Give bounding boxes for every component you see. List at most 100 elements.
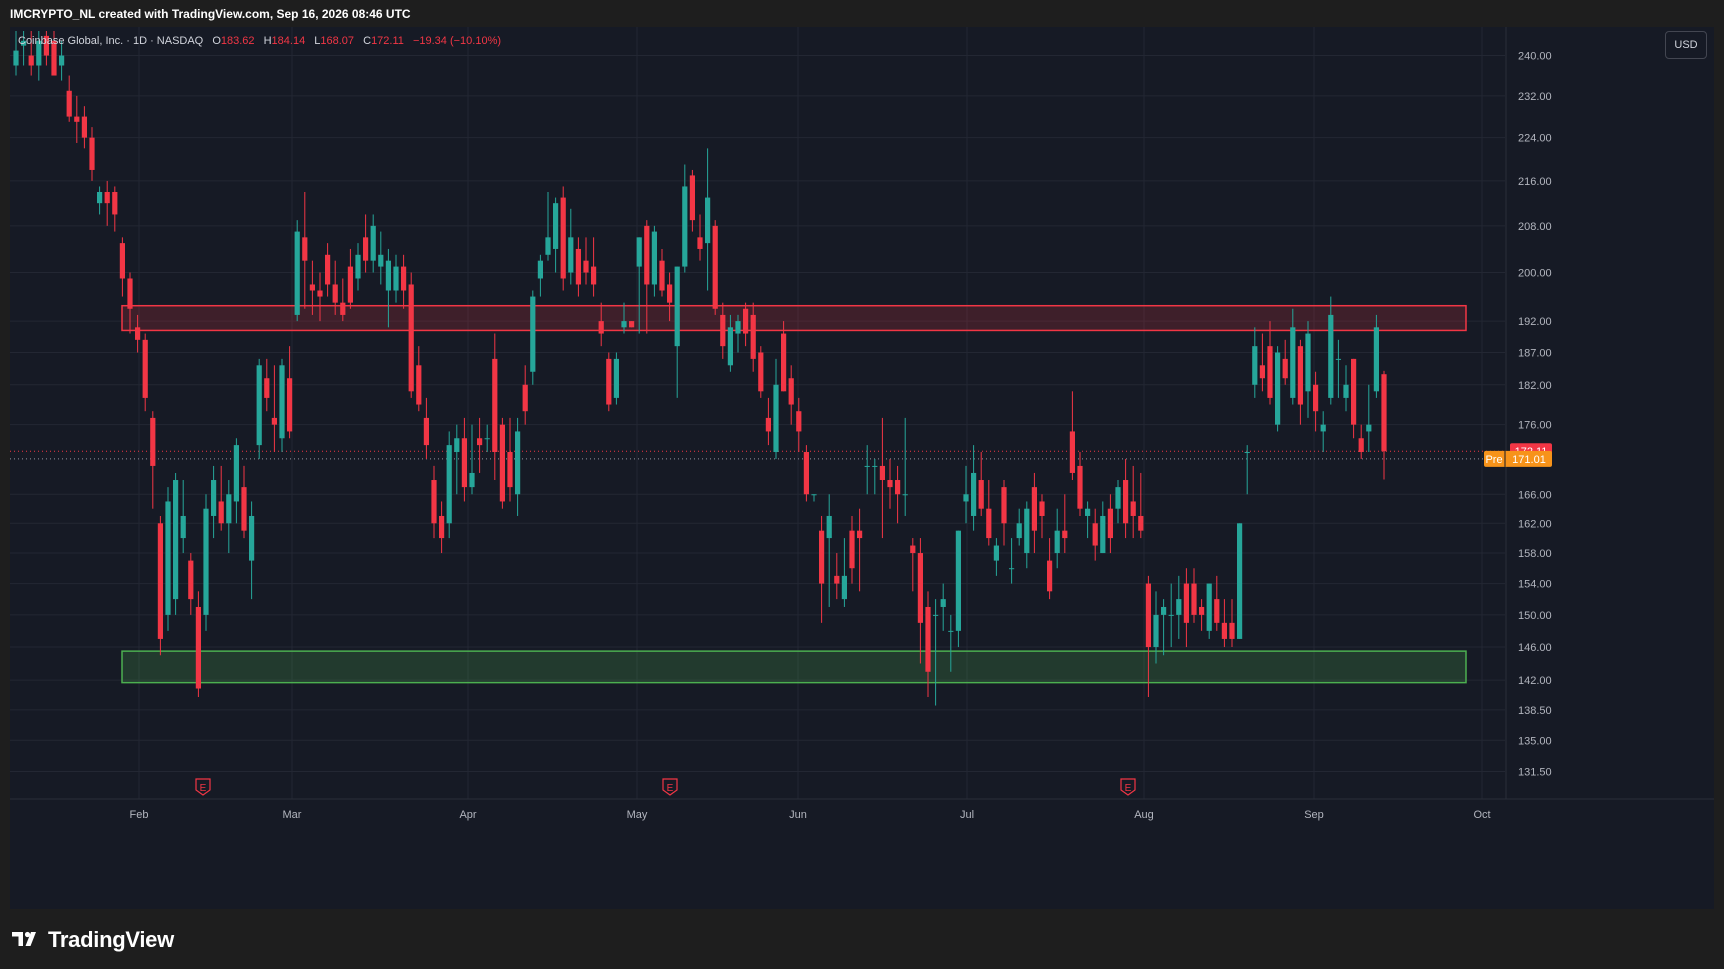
candle (887, 458, 893, 509)
candle (446, 431, 452, 539)
candle (613, 352, 619, 405)
candle-body (492, 358, 498, 453)
candle-body (401, 266, 407, 291)
candle-body (993, 545, 999, 561)
candle (408, 272, 414, 398)
candle (1229, 599, 1235, 648)
candle-body (309, 284, 315, 291)
candle (583, 237, 589, 285)
candle (1031, 472, 1037, 554)
candle (1373, 314, 1379, 398)
candle-body (864, 465, 870, 467)
candle (781, 321, 787, 392)
premarket-price: 171.01 (1512, 454, 1546, 466)
candle-body (1297, 346, 1303, 405)
candle-body (758, 352, 764, 392)
candle (347, 248, 353, 309)
candle-body (910, 545, 916, 554)
candle (1138, 472, 1144, 539)
candle (743, 302, 749, 347)
candle-body (1138, 515, 1144, 531)
candle-body (173, 480, 179, 600)
candle-body (644, 225, 650, 285)
candle (173, 472, 179, 615)
candle-body (1373, 327, 1379, 392)
candle-body (697, 237, 703, 249)
candle (370, 214, 376, 273)
candle (1259, 333, 1265, 392)
candle-body (241, 487, 247, 531)
candle (940, 583, 946, 631)
earnings-marker: E (662, 778, 678, 796)
candle-body (279, 365, 285, 439)
candle-body (66, 90, 72, 117)
earnings-marker: E (195, 778, 211, 796)
candle (796, 397, 802, 453)
candle-body (1252, 346, 1258, 385)
candle-body (955, 530, 961, 631)
tradingview-brand[interactable]: TradingView (48, 927, 174, 953)
candle-body (13, 50, 19, 66)
candle (287, 346, 293, 439)
candle-body (887, 480, 893, 488)
candle (378, 231, 384, 285)
candle-body (1107, 508, 1113, 539)
candle (879, 417, 885, 539)
candle-body (560, 197, 566, 279)
candle-body (986, 508, 992, 539)
candle (119, 237, 125, 297)
candle-body (925, 606, 931, 672)
candle-body (1039, 501, 1045, 516)
candle (271, 365, 277, 453)
y-tick-label: 232.00 (1518, 91, 1552, 103)
candle (469, 424, 475, 495)
candle (97, 186, 103, 215)
x-tick-label: Sep (1304, 809, 1324, 821)
candle (560, 186, 566, 291)
candle (188, 553, 194, 615)
candle-body (819, 530, 825, 584)
candle-body (370, 225, 376, 261)
candle (226, 480, 232, 554)
y-tick-label: 166.00 (1518, 489, 1552, 501)
candle-body (1320, 424, 1326, 432)
candle (1069, 391, 1075, 481)
tradingview-logo-icon[interactable] (12, 929, 42, 949)
candle (492, 333, 498, 481)
candlestick-chart[interactable]: E E E 240.00 232.00 224.00 216.00 208.00 200.00… (10, 27, 1714, 909)
chart-panel[interactable]: E E E 240.00 232.00 224.00 216.00 208.00 200.00… (10, 27, 1714, 909)
earnings-markers: EEE (195, 778, 1136, 796)
candle-body (1024, 508, 1030, 554)
candle-body (499, 424, 505, 502)
candle-body (727, 327, 733, 366)
candle (1244, 445, 1250, 495)
candle (955, 530, 961, 648)
candle-body (765, 417, 771, 432)
candle-body (583, 260, 589, 273)
candle-body (1069, 431, 1075, 473)
candle (81, 106, 87, 149)
candle (765, 397, 771, 446)
currency-button[interactable]: USD (1665, 31, 1707, 59)
candle-body (750, 314, 756, 359)
candle (461, 417, 467, 502)
candle-body (1328, 314, 1334, 398)
candle-body (1229, 622, 1235, 639)
candle-body (826, 515, 832, 539)
candle-body (522, 384, 528, 412)
candle (256, 358, 262, 459)
candle (165, 487, 171, 631)
candle (74, 95, 80, 143)
candle (104, 180, 110, 226)
candle-body (811, 494, 817, 496)
candle (841, 538, 847, 607)
candle (1275, 346, 1281, 432)
candle (157, 515, 163, 656)
candle-body (332, 284, 338, 303)
y-tick-label: 216.00 (1518, 176, 1552, 188)
candles (13, 31, 1387, 706)
candle-body (119, 243, 125, 279)
candle-body (902, 494, 908, 496)
candle (864, 445, 870, 495)
candle (112, 186, 118, 232)
